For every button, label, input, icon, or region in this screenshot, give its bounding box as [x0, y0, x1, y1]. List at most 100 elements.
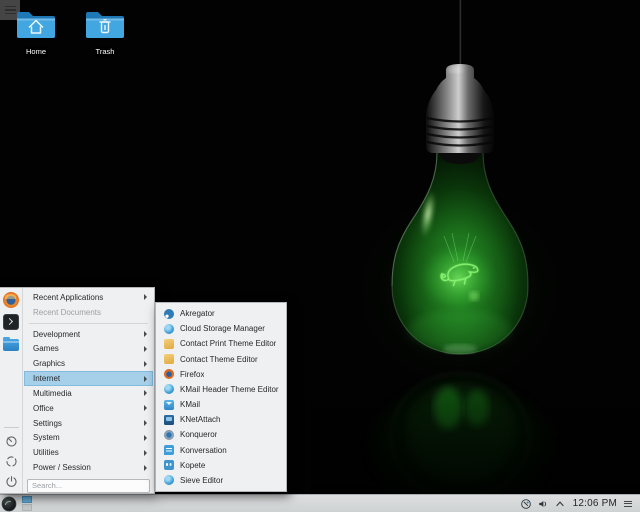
- submenu-arrow-icon: [144, 294, 147, 300]
- bulb-wire: [460, 0, 462, 72]
- menu-item-system[interactable]: System: [24, 430, 153, 445]
- submenu-item-label: Contact Theme Editor: [180, 355, 258, 364]
- menu-item-label: Internet: [33, 374, 141, 383]
- submenu-item-label: Konqueror: [180, 430, 217, 439]
- submenu-item-firefox[interactable]: Firefox: [156, 367, 286, 382]
- submenu-item-contact-print-theme-editor[interactable]: Contact Print Theme Editor: [156, 336, 286, 351]
- menu-item-utilities[interactable]: Utilities: [24, 445, 153, 460]
- home-folder-icon: [14, 28, 58, 45]
- menu-item-multimedia[interactable]: Multimedia: [24, 386, 153, 401]
- submenu-arrow-icon: [144, 390, 147, 396]
- submenu-item-cloud-storage-manager[interactable]: Cloud Storage Manager: [156, 321, 286, 336]
- submenu-item-contact-theme-editor[interactable]: Contact Theme Editor: [156, 352, 286, 367]
- submenu-item-kopete[interactable]: Kopete: [156, 458, 286, 473]
- konqueror-icon: [164, 430, 174, 440]
- trash-folder-icon: [83, 28, 127, 45]
- firefox-favorite-icon[interactable]: [3, 292, 19, 308]
- menu-item-label: Graphics: [33, 359, 141, 368]
- submenu-item-label: KNetAttach: [180, 415, 220, 424]
- strip-separator: [4, 427, 19, 428]
- menu-item-label: Recent Documents: [33, 308, 147, 317]
- akregator-icon: [164, 309, 174, 319]
- menu-item-label: Office: [33, 404, 141, 413]
- hamburger-icon: [624, 501, 632, 502]
- submenu-arrow-icon: [144, 361, 147, 367]
- application-menu: Recent Applications Recent Documents Devel…: [0, 287, 155, 494]
- submenu-item-kmail-header-theme-editor[interactable]: KMail Header Theme Editor: [156, 382, 286, 397]
- submenu-arrow-icon: [144, 346, 147, 352]
- menu-item-label: Settings: [33, 419, 141, 428]
- menu-item-power-session[interactable]: Power / Session: [24, 460, 153, 475]
- kmail-theme-icon: [164, 384, 174, 394]
- system-tray: 12:06 PM: [520, 498, 640, 510]
- clipboard-icon[interactable]: [520, 498, 532, 510]
- virtual-desktop-pager: [22, 496, 32, 511]
- digital-clock[interactable]: 12:06 PM: [571, 498, 619, 509]
- submenu-arrow-icon: [144, 465, 147, 471]
- virtual-desktop-2[interactable]: [22, 504, 32, 511]
- menu-search-input[interactable]: [27, 479, 150, 493]
- desktop-icon-label: Home: [12, 47, 60, 56]
- konversation-icon: [164, 445, 174, 455]
- shutdown-button[interactable]: [4, 474, 18, 488]
- submenu-item-label: KMail Header Theme Editor: [180, 385, 279, 394]
- desktop: Home Trash Recent Applications Recent Doc…: [0, 0, 640, 512]
- menu-category-list: Recent Applications Recent Documents Devel…: [23, 288, 154, 493]
- menu-favorites-strip: [0, 288, 23, 493]
- submenu-arrow-icon: [144, 420, 147, 426]
- menu-item-office[interactable]: Office: [24, 401, 153, 416]
- submenu-arrow-icon: [144, 450, 147, 456]
- menu-item-recent-applications[interactable]: Recent Applications: [24, 290, 153, 305]
- submenu-arrow-icon: [144, 405, 147, 411]
- menu-item-settings[interactable]: Settings: [24, 416, 153, 431]
- desktop-icon-trash[interactable]: Trash: [81, 7, 129, 56]
- submenu-item-label: Firefox: [180, 370, 204, 379]
- menu-item-internet[interactable]: Internet: [24, 371, 153, 386]
- submenu-arrow-icon: [144, 376, 147, 382]
- menu-item-graphics[interactable]: Graphics: [24, 356, 153, 371]
- submenu-item-label: Cloud Storage Manager: [180, 324, 265, 333]
- menu-item-games[interactable]: Games: [24, 341, 153, 356]
- kmail-icon: [164, 400, 174, 410]
- knetattach-icon: [164, 415, 174, 425]
- volume-icon[interactable]: [537, 498, 549, 510]
- menu-item-label: Power / Session: [33, 463, 141, 472]
- taskbar: 12:06 PM: [0, 494, 640, 512]
- dolphin-favorite-icon[interactable]: [3, 339, 19, 351]
- contact-theme-icon: [164, 354, 174, 364]
- submenu-item-sieve-editor[interactable]: Sieve Editor: [156, 473, 286, 488]
- kopete-icon: [164, 460, 174, 470]
- menu-item-development[interactable]: Development: [24, 327, 153, 342]
- menu-item-recent-documents[interactable]: Recent Documents: [24, 305, 153, 320]
- panel-toolbox-button[interactable]: [624, 498, 636, 510]
- menu-search: [27, 475, 150, 489]
- submenu-item-konversation[interactable]: Konversation: [156, 443, 286, 458]
- menu-separator: [29, 323, 148, 324]
- submenu-item-kmail[interactable]: KMail: [156, 397, 286, 412]
- menu-item-label: Recent Applications: [33, 293, 141, 302]
- virtual-desktop-1[interactable]: [22, 496, 32, 503]
- submenu-item-konqueror[interactable]: Konqueror: [156, 427, 286, 442]
- submenu-item-akregator[interactable]: Akregator: [156, 306, 286, 321]
- cloud-icon: [164, 324, 174, 334]
- lock-button[interactable]: [4, 434, 18, 448]
- menu-item-label: Utilities: [33, 448, 141, 457]
- konsole-favorite-icon[interactable]: [3, 314, 19, 330]
- menu-item-label: Games: [33, 344, 141, 353]
- submenu-arrow-icon: [144, 331, 147, 337]
- sieve-icon: [164, 475, 174, 485]
- application-launcher-button[interactable]: [1, 496, 17, 512]
- submenu-arrow-icon: [144, 435, 147, 441]
- menu-item-label: Multimedia: [33, 389, 141, 398]
- menu-item-label: Development: [33, 330, 141, 339]
- submenu-item-knetattach[interactable]: KNetAttach: [156, 412, 286, 427]
- submenu-item-label: Contact Print Theme Editor: [180, 339, 276, 348]
- internet-submenu: Akregator Cloud Storage Manager Contact Pr…: [155, 302, 287, 492]
- restart-button[interactable]: [4, 454, 18, 468]
- submenu-item-label: Sieve Editor: [180, 476, 223, 485]
- desktop-icon-home[interactable]: Home: [12, 7, 60, 56]
- desktop-icon-label: Trash: [81, 47, 129, 56]
- submenu-item-label: KMail: [180, 400, 200, 409]
- submenu-item-label: Konversation: [180, 446, 227, 455]
- caret-up-icon[interactable]: [554, 498, 566, 510]
